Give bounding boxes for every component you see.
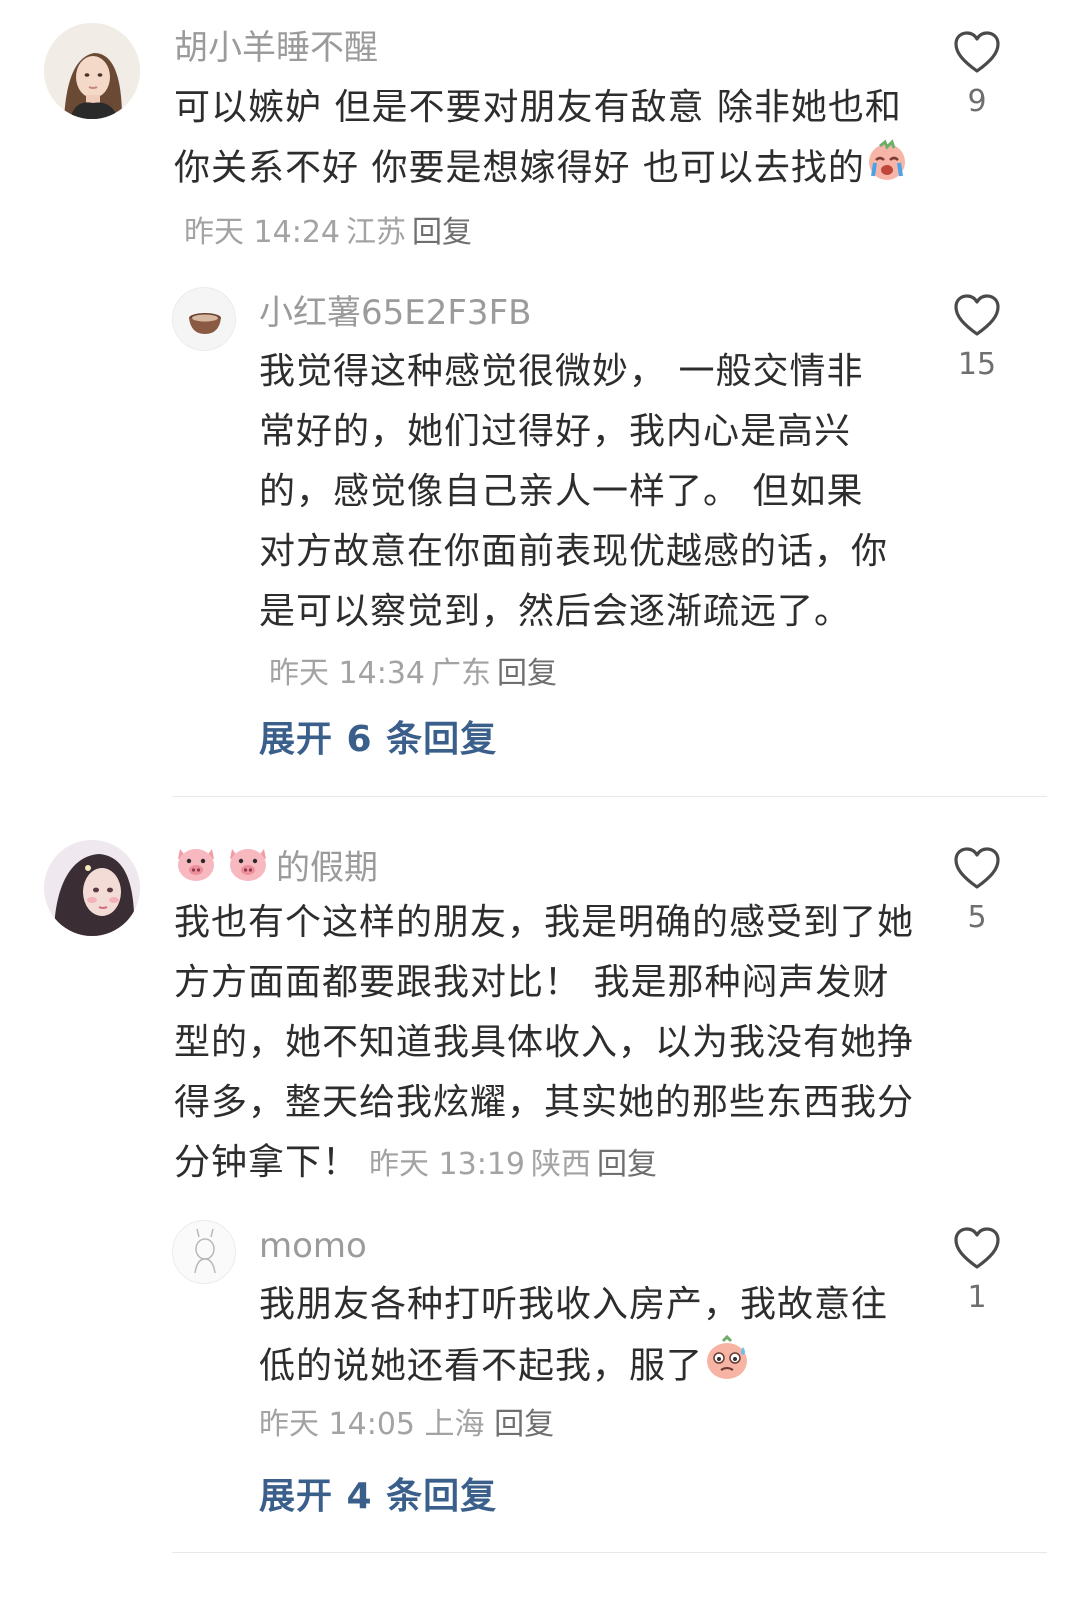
reply-username[interactable]: 小红薯65E2F3FB <box>259 293 531 333</box>
sweat-face-icon <box>703 1334 751 1400</box>
like-button[interactable]: 15 <box>937 293 1017 383</box>
comment-meta: 昨天 13:19 陕西 回复 <box>369 1147 663 1182</box>
comment-text: 我也有个这样的朋友，我是明确的感受到了她方方面面都要跟我对比！ 我是那种闷声发财… <box>174 893 919 1195</box>
like-count: 5 <box>967 900 987 935</box>
comment-location: 陕西 <box>531 1147 592 1182</box>
like-count: 1 <box>967 1280 987 1315</box>
heart-icon <box>954 1227 1000 1269</box>
divider <box>172 796 1047 797</box>
reply-time: 昨天 14:05 <box>259 1407 415 1442</box>
heart-icon <box>954 847 1000 889</box>
reply-meta: 昨天 14:34 广东 回复 <box>269 656 563 691</box>
avatar[interactable] <box>44 23 140 119</box>
reply-username[interactable]: momo <box>259 1226 367 1266</box>
like-count: 15 <box>957 347 997 382</box>
avatar[interactable] <box>44 840 140 936</box>
like-button[interactable]: 9 <box>937 30 1017 120</box>
reply-button[interactable]: 回复 <box>412 215 472 250</box>
reply-text: 我朋友各种打听我收入房产，我故意往低的说她还看不起我，服了 <box>259 1275 889 1400</box>
crying-face-icon <box>865 138 909 201</box>
reply-body: 我觉得这种感觉很微妙， 一般交情非常好的，她们过得好，我内心是高兴的，感觉像自己… <box>259 351 889 632</box>
comment-time: 昨天 14:24 <box>184 215 340 250</box>
reply-time: 昨天 14:34 <box>269 656 425 691</box>
reply-button[interactable]: 回复 <box>497 656 557 691</box>
expand-replies-button[interactable]: 展开 4 条回复 <box>259 1475 497 1519</box>
like-count: 9 <box>967 84 987 119</box>
comment-body: 我也有个这样的朋友，我是明确的感受到了她方方面面都要跟我对比！ 我是那种闷声发财… <box>174 902 915 1183</box>
sketch-avatar-icon <box>194 1228 216 1274</box>
reply-location: 广东 <box>431 656 491 691</box>
heart-icon <box>954 31 1000 73</box>
divider <box>172 1552 1047 1553</box>
reply-meta: 昨天 14:05 上海 回复 <box>259 1405 554 1445</box>
comment-username[interactable]: 的假期 <box>174 843 378 892</box>
comment-body: 可以嫉妒 但是不要对朋友有敌意 除非她也和你关系不好 你要是想嫁得好 也可以去找… <box>174 87 902 189</box>
comment-text: 可以嫉妒 但是不要对朋友有敌意 除非她也和你关系不好 你要是想嫁得好 也可以去找… <box>174 78 919 263</box>
like-button[interactable]: 1 <box>937 1226 1017 1316</box>
avatar[interactable] <box>172 287 236 351</box>
bowl-avatar-icon <box>189 313 221 334</box>
heart-icon <box>954 294 1000 336</box>
reply-button[interactable]: 回复 <box>494 1407 554 1442</box>
reply-text: 我觉得这种感觉很微妙， 一般交情非常好的，她们过得好，我内心是高兴的，感觉像自己… <box>259 342 889 704</box>
reply-body: 我朋友各种打听我收入房产，我故意往低的说她还看不起我，服了 <box>259 1284 889 1387</box>
like-button[interactable]: 5 <box>937 846 1017 936</box>
comment-username[interactable]: 胡小羊睡不醒 <box>174 28 378 68</box>
pig-face-icon <box>226 843 270 892</box>
expand-replies-button[interactable]: 展开 6 条回复 <box>259 718 497 762</box>
reply-location: 上海 <box>424 1407 485 1442</box>
pig-face-icon <box>174 843 218 892</box>
comment-location: 江苏 <box>346 215 406 250</box>
avatar[interactable] <box>172 1220 236 1284</box>
username-text: 的假期 <box>276 847 378 888</box>
comment-meta: 昨天 14:24 江苏 回复 <box>184 215 478 250</box>
comment-time: 昨天 13:19 <box>369 1147 526 1182</box>
reply-button[interactable]: 回复 <box>597 1147 657 1182</box>
